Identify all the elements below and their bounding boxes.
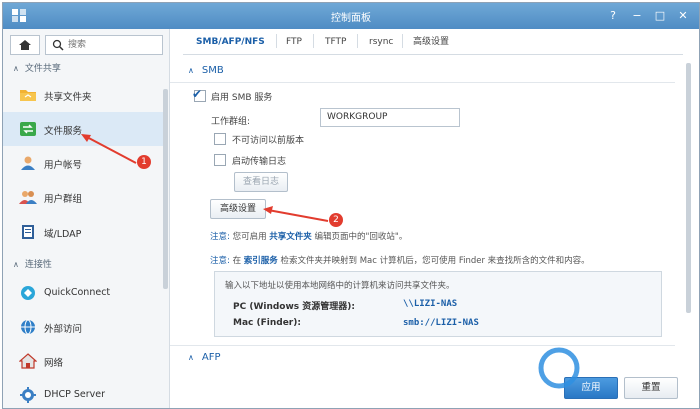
reset-button[interactable]: 重置 xyxy=(624,377,678,399)
annotation-arrows xyxy=(81,134,329,222)
annotation-marker: 2 xyxy=(329,213,343,227)
watermark-logo xyxy=(538,347,580,389)
control-panel-window: 控制面板 ? − □ ✕ ∧文件共享 共享文件夹 文件服务 用户帐号 xyxy=(2,2,700,409)
annotation-marker: 1 xyxy=(137,155,151,169)
